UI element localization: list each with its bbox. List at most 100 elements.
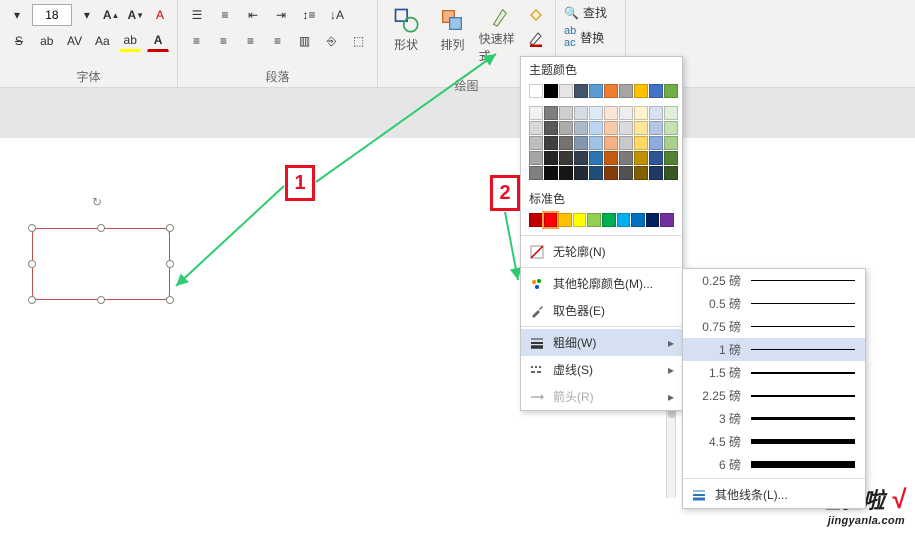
font-color-icon[interactable]: A bbox=[147, 30, 169, 52]
theme-swatch[interactable] bbox=[619, 166, 633, 180]
theme-swatch[interactable] bbox=[529, 166, 543, 180]
theme-swatch[interactable] bbox=[574, 151, 588, 165]
std-swatch[interactable] bbox=[660, 213, 674, 227]
theme-swatch[interactable] bbox=[634, 84, 648, 98]
std-swatch[interactable] bbox=[558, 213, 572, 227]
theme-swatch[interactable] bbox=[619, 151, 633, 165]
resize-handle-ml[interactable] bbox=[28, 260, 36, 268]
line-spacing-icon[interactable]: ↕≡ bbox=[298, 4, 320, 26]
theme-swatch[interactable] bbox=[619, 84, 633, 98]
theme-swatch[interactable] bbox=[604, 84, 618, 98]
theme-swatch[interactable] bbox=[574, 106, 588, 120]
rotation-handle-icon[interactable]: ↻ bbox=[92, 195, 110, 213]
theme-swatch[interactable] bbox=[559, 151, 573, 165]
indent-dec-icon[interactable]: ⇤ bbox=[242, 4, 264, 26]
theme-swatch[interactable] bbox=[649, 84, 663, 98]
dashes-item[interactable]: 虚线(S) ▸ bbox=[521, 356, 682, 383]
std-swatch[interactable] bbox=[617, 213, 631, 227]
weight-option[interactable]: 1.5 磅 bbox=[683, 361, 865, 384]
replace-button[interactable]: 替换 bbox=[580, 29, 604, 46]
theme-swatch[interactable] bbox=[529, 121, 543, 135]
align-left-icon[interactable]: ≡ bbox=[186, 30, 207, 52]
theme-swatch[interactable] bbox=[574, 166, 588, 180]
theme-swatch[interactable] bbox=[559, 136, 573, 150]
no-outline-item[interactable]: 无轮廓(N) bbox=[521, 238, 682, 265]
theme-swatch[interactable] bbox=[529, 136, 543, 150]
std-swatch[interactable] bbox=[646, 213, 660, 227]
weight-option[interactable]: 0.25 磅 bbox=[683, 269, 865, 292]
theme-swatch[interactable] bbox=[649, 121, 663, 135]
selected-shape[interactable] bbox=[32, 228, 170, 300]
weight-option[interactable]: 6 磅 bbox=[683, 453, 865, 476]
theme-swatch[interactable] bbox=[574, 121, 588, 135]
resize-handle-tr[interactable] bbox=[166, 224, 174, 232]
font-size-input[interactable] bbox=[32, 4, 72, 26]
justify-icon[interactable]: ≡ bbox=[267, 30, 288, 52]
std-swatch[interactable] bbox=[544, 213, 558, 227]
std-swatch[interactable] bbox=[587, 213, 601, 227]
theme-swatch[interactable] bbox=[589, 166, 603, 180]
align-text-icon[interactable]: ⎆ bbox=[321, 30, 342, 52]
arrange-button[interactable]: 排列 bbox=[432, 4, 472, 64]
weight-item[interactable]: 粗细(W) ▸ bbox=[521, 329, 682, 356]
theme-swatch[interactable] bbox=[634, 151, 648, 165]
theme-swatch[interactable] bbox=[559, 106, 573, 120]
theme-swatch[interactable] bbox=[604, 166, 618, 180]
indent-inc-icon[interactable]: ⇥ bbox=[270, 4, 292, 26]
theme-swatch[interactable] bbox=[649, 136, 663, 150]
shape-outline-icon[interactable] bbox=[525, 28, 547, 50]
shapes-button[interactable]: 形状 bbox=[386, 4, 426, 64]
theme-swatch[interactable] bbox=[574, 84, 588, 98]
bullets-icon[interactable]: ☰ bbox=[186, 4, 208, 26]
theme-swatch[interactable] bbox=[664, 121, 678, 135]
theme-swatch[interactable] bbox=[544, 136, 558, 150]
theme-swatch[interactable] bbox=[634, 136, 648, 150]
theme-swatch[interactable] bbox=[664, 136, 678, 150]
columns-icon[interactable]: ▥ bbox=[294, 30, 315, 52]
theme-swatch[interactable] bbox=[619, 136, 633, 150]
shape-fill-icon[interactable] bbox=[525, 4, 547, 26]
theme-swatch[interactable] bbox=[544, 84, 558, 98]
theme-swatch[interactable] bbox=[634, 106, 648, 120]
theme-swatch[interactable] bbox=[664, 151, 678, 165]
numbering-icon[interactable]: ≡ bbox=[214, 4, 236, 26]
theme-swatch[interactable] bbox=[544, 166, 558, 180]
theme-swatch[interactable] bbox=[559, 166, 573, 180]
theme-swatch[interactable] bbox=[529, 151, 543, 165]
theme-swatch[interactable] bbox=[604, 121, 618, 135]
font-size-dd-icon[interactable]: ▾ bbox=[78, 4, 96, 26]
shadow-icon[interactable]: ab bbox=[36, 30, 58, 52]
std-swatch[interactable] bbox=[631, 213, 645, 227]
eyedropper-item[interactable]: 取色器(E) bbox=[521, 297, 682, 324]
resize-handle-bc[interactable] bbox=[97, 296, 105, 304]
clear-format-icon[interactable]: A bbox=[151, 4, 169, 26]
theme-swatch[interactable] bbox=[544, 151, 558, 165]
theme-swatch[interactable] bbox=[664, 166, 678, 180]
std-swatch[interactable] bbox=[602, 213, 616, 227]
theme-swatch[interactable] bbox=[634, 166, 648, 180]
theme-swatch[interactable] bbox=[589, 151, 603, 165]
weight-option[interactable]: 2.25 磅 bbox=[683, 384, 865, 407]
weight-option[interactable]: 4.5 磅 bbox=[683, 430, 865, 453]
resize-handle-bl[interactable] bbox=[28, 296, 36, 304]
highlight-icon[interactable]: ab bbox=[119, 30, 141, 52]
more-colors-item[interactable]: 其他轮廓颜色(M)... bbox=[521, 270, 682, 297]
theme-swatch[interactable] bbox=[649, 151, 663, 165]
theme-swatch[interactable] bbox=[589, 84, 603, 98]
align-right-icon[interactable]: ≡ bbox=[240, 30, 261, 52]
theme-swatch[interactable] bbox=[649, 166, 663, 180]
theme-swatch[interactable] bbox=[589, 106, 603, 120]
theme-swatch[interactable] bbox=[619, 106, 633, 120]
theme-swatch[interactable] bbox=[589, 136, 603, 150]
theme-swatch[interactable] bbox=[544, 121, 558, 135]
weight-option[interactable]: 0.75 磅 bbox=[683, 315, 865, 338]
strike-icon[interactable]: S bbox=[8, 30, 30, 52]
change-case-icon[interactable]: Aa bbox=[91, 30, 113, 52]
weight-option[interactable]: 3 磅 bbox=[683, 407, 865, 430]
font-family-dd[interactable]: ▾ bbox=[8, 4, 26, 26]
theme-swatch[interactable] bbox=[604, 136, 618, 150]
theme-swatch[interactable] bbox=[589, 121, 603, 135]
arrows-item[interactable]: 箭头(R) ▸ bbox=[521, 383, 682, 410]
resize-handle-br[interactable] bbox=[166, 296, 174, 304]
weight-option[interactable]: 1 磅 bbox=[683, 338, 865, 361]
